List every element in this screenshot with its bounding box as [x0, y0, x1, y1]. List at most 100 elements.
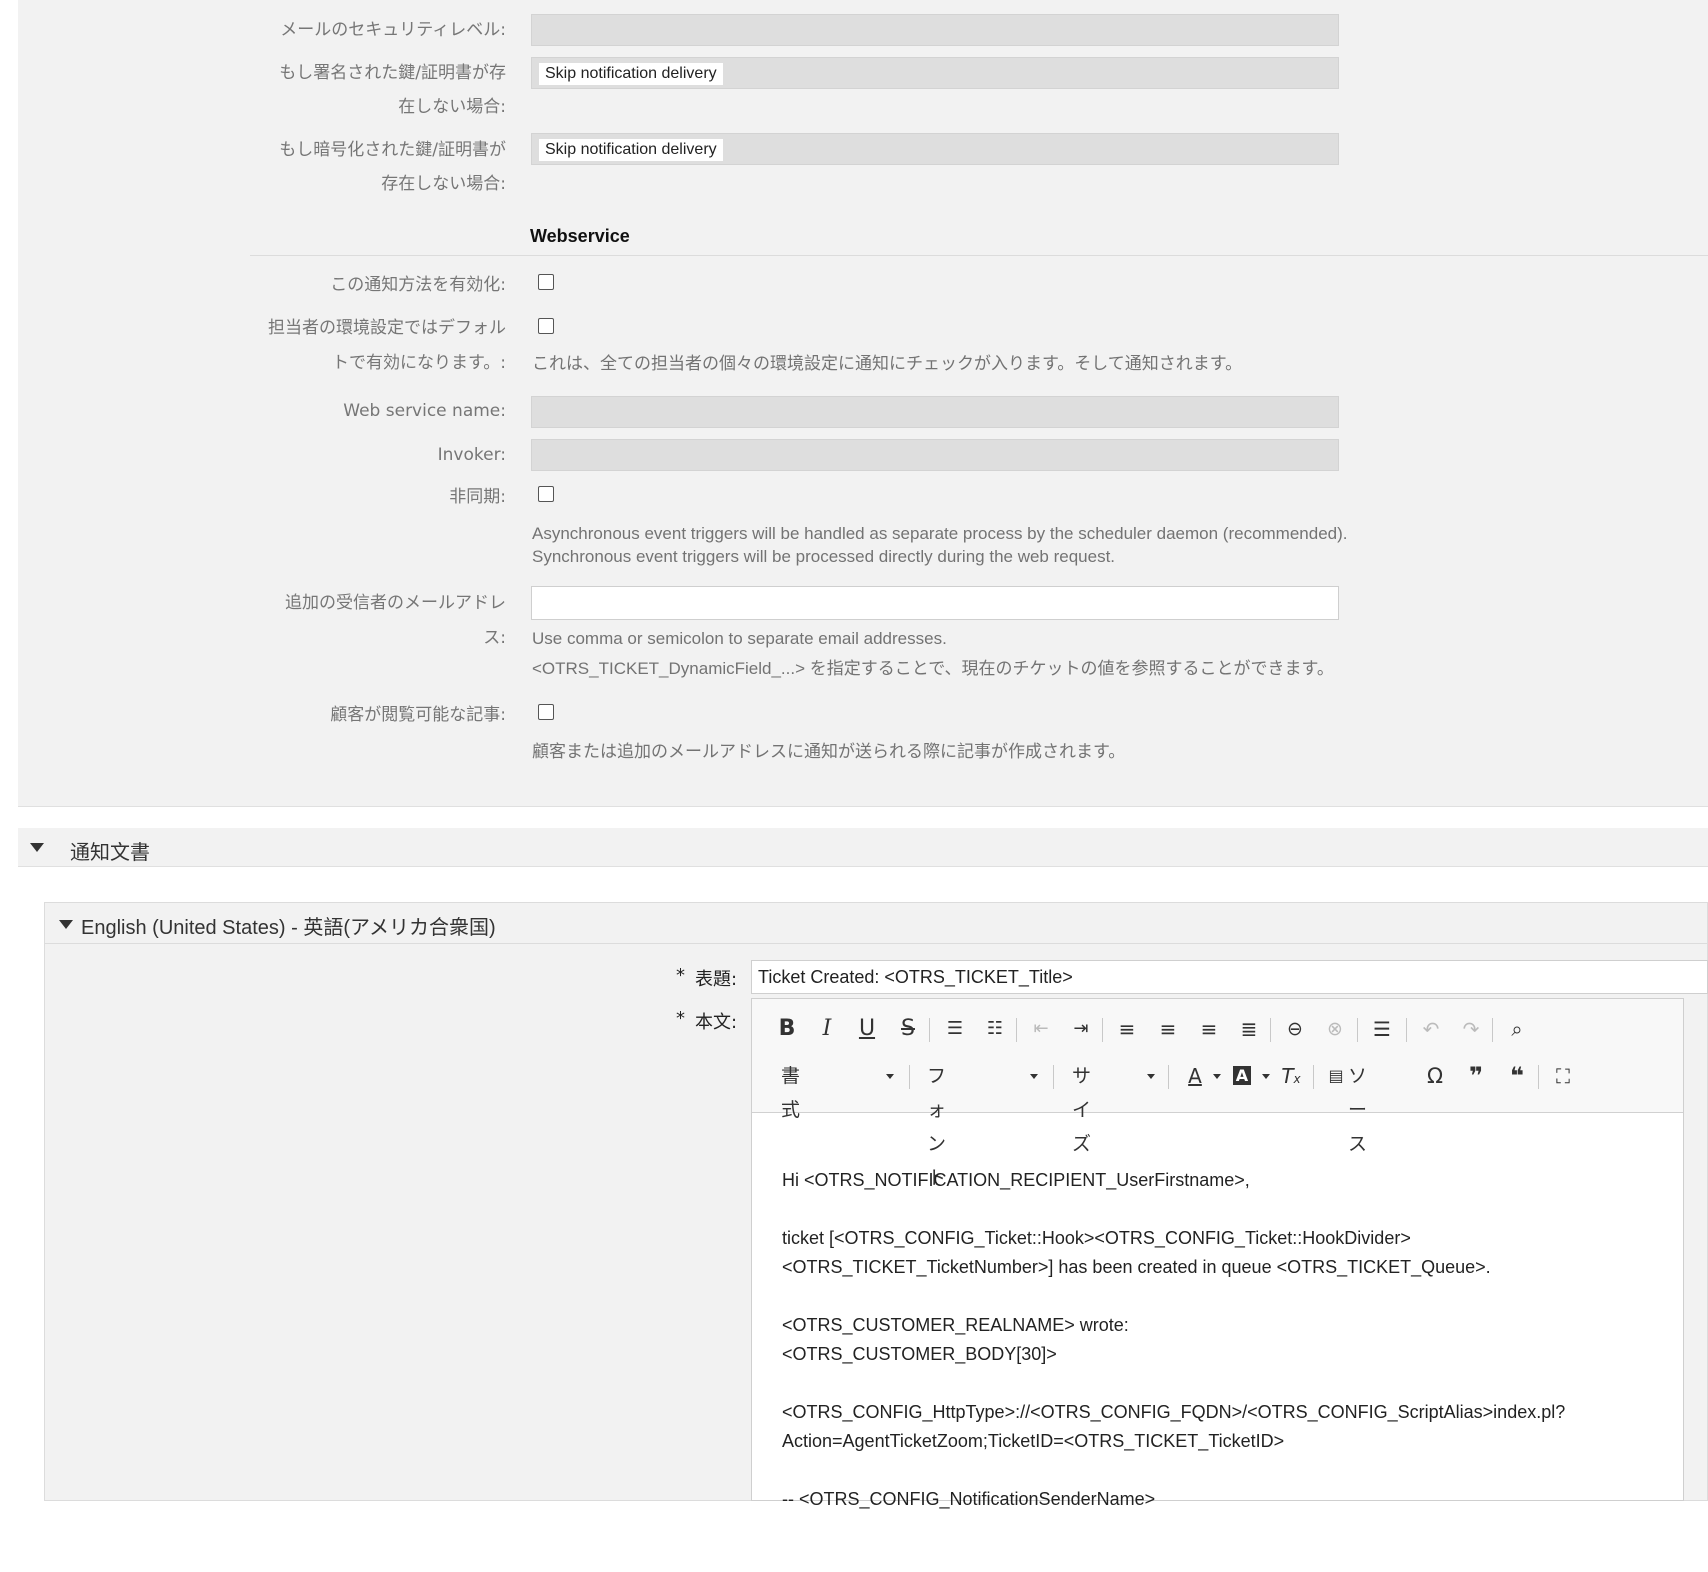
body-label: 本文: [695, 1012, 738, 1033]
size-dropdown[interactable]: サイズ [1072, 1059, 1091, 1155]
align-justify-icon[interactable]: ≣ [1234, 1012, 1264, 1046]
chevron-down-icon [886, 1074, 894, 1079]
encrypted-missing-select[interactable]: Skip notification delivery [531, 133, 1339, 165]
web-service-name-select[interactable] [531, 396, 1339, 428]
body-line: ticket [<OTRS_CONFIG_Ticket::Hook><OTRS_… [782, 1228, 1411, 1248]
body-line [782, 1282, 1565, 1311]
async-description-line2: Synchronous event triggers will be proce… [532, 547, 1116, 566]
signed-missing-select[interactable]: Skip notification delivery [531, 57, 1339, 89]
body-line: -- <OTRS_CONFIG_NotificationSenderName> [782, 1489, 1156, 1509]
search-icon[interactable]: ⌕ [1502, 1012, 1532, 1046]
maximize-icon[interactable]: ⛶ [1548, 1059, 1578, 1093]
enable-method-checkbox[interactable] [538, 274, 554, 290]
async-checkbox[interactable] [538, 486, 554, 502]
toolbar-separator [1016, 1018, 1017, 1042]
toolbar-separator [1053, 1065, 1054, 1089]
body-line: Hi <OTRS_NOTIFICATION_RECIPIENT_UserFirs… [782, 1170, 1250, 1190]
async-description-line1: Asynchronous event triggers will be hand… [532, 524, 1348, 543]
signed-missing-label-line2: 在しない場合: [398, 97, 506, 117]
default-enabled-description: これは、全ての担当者の個々の環境設定に通知にチェックが入ります。そして通知されま… [532, 354, 1243, 373]
toolbar-separator [1538, 1065, 1539, 1089]
editor-body-text[interactable]: Hi <OTRS_NOTIFICATION_RECIPIENT_UserFirs… [782, 1137, 1565, 1572]
toolbar-separator [1492, 1018, 1493, 1042]
toolbar-separator [929, 1018, 930, 1042]
toolbar-separator [1313, 1065, 1314, 1089]
subject-input[interactable]: Ticket Created: <OTRS_TICKET_Title> [751, 960, 1708, 994]
chevron-down-icon [1030, 1074, 1038, 1079]
toolbar-separator [1357, 1018, 1358, 1042]
body-line [782, 1456, 1565, 1485]
body-line [782, 1369, 1565, 1398]
default-enabled-label-line1: 担当者の環境設定ではデフォル [268, 318, 506, 338]
unlink-icon[interactable]: ⊗ [1320, 1012, 1350, 1046]
additional-recipient-help-1: Use comma or semicolon to separate email… [532, 629, 947, 648]
toolbar-separator [1102, 1018, 1103, 1042]
invoker-select[interactable] [531, 439, 1339, 471]
remove-format-icon[interactable]: Tx [1276, 1059, 1306, 1093]
special-char-icon[interactable]: Ω [1420, 1059, 1450, 1093]
bullet-list-icon[interactable]: ☷ [980, 1012, 1010, 1046]
body-line: <OTRS_CONFIG_HttpType>://<OTRS_CONFIG_FQ… [782, 1402, 1566, 1422]
additional-recipient-help-2: <OTRS_TICKET_DynamicField_...> を指定することで、… [532, 659, 1334, 678]
chevron-down-icon [1262, 1074, 1270, 1079]
security-level-select[interactable] [531, 14, 1339, 46]
customer-visible-checkbox[interactable] [538, 704, 554, 720]
body-line [782, 1195, 1565, 1224]
horizontal-rule-icon[interactable]: ☰ [1367, 1012, 1397, 1046]
encrypted-missing-selected-value: Skip notification delivery [539, 139, 723, 161]
align-center-icon[interactable]: ≡ [1153, 1012, 1183, 1046]
toolbar-separator [1406, 1018, 1407, 1042]
undo-icon[interactable]: ↶ [1416, 1012, 1446, 1046]
notification-text-toggle[interactable]: 通知文書 [18, 828, 1708, 867]
link-icon[interactable]: ⊖ [1280, 1012, 1310, 1046]
editor-toolbar: B I U S ☰ ☷ ⇤ ⇥ ≡ ≡ ≡ ≣ ⊖ ⊗ ☰ ↶ ↷ ⌕ 書式 フ… [752, 999, 1683, 1189]
body-line: <OTRS_CUSTOMER_REALNAME> wrote: [782, 1315, 1129, 1335]
encrypted-missing-label-line1: もし暗号化された鍵/証明書が [279, 140, 506, 160]
align-right-icon[interactable]: ≡ [1194, 1012, 1224, 1046]
bold-icon[interactable]: B [772, 1012, 802, 1046]
format-dropdown[interactable]: 書式 [781, 1059, 800, 1121]
outdent-icon[interactable]: ⇤ [1026, 1012, 1056, 1046]
underline-icon[interactable]: U [852, 1012, 882, 1046]
collapse-triangle-icon [30, 843, 44, 852]
strikethrough-icon[interactable]: S [893, 1012, 923, 1046]
redo-icon[interactable]: ↷ [1456, 1012, 1486, 1046]
italic-icon[interactable]: I [812, 1012, 842, 1046]
customer-visible-label: 顧客が閲覧可能な記事: [330, 705, 506, 725]
encrypted-missing-label-line2: 存在しない場合: [381, 174, 506, 194]
unquote-icon[interactable]: ❝ [1502, 1059, 1532, 1093]
numbered-list-icon[interactable]: ☰ [940, 1012, 970, 1046]
webservice-heading: Webservice [530, 226, 630, 246]
toolbar-separator [1168, 1065, 1169, 1089]
source-icon[interactable]: ▤ [1321, 1059, 1351, 1093]
rich-text-editor[interactable]: B I U S ☰ ☷ ⇤ ⇥ ≡ ≡ ≡ ≣ ⊖ ⊗ ☰ ↶ ↷ ⌕ 書式 フ… [751, 998, 1684, 1509]
toolbar-separator [1270, 1018, 1271, 1042]
chevron-down-icon [1213, 1074, 1221, 1079]
font-dropdown[interactable]: フォント [927, 1059, 946, 1189]
body-required-mark: * [676, 1008, 685, 1029]
background-color-icon[interactable]: A [1227, 1059, 1257, 1093]
text-color-icon[interactable]: A [1180, 1059, 1210, 1093]
default-enabled-checkbox[interactable] [538, 318, 554, 334]
indent-icon[interactable]: ⇥ [1066, 1012, 1096, 1046]
additional-recipient-input[interactable] [531, 586, 1339, 620]
blockquote-icon[interactable]: ❞ [1461, 1059, 1491, 1093]
align-left-icon[interactable]: ≡ [1112, 1012, 1142, 1046]
notification-text-title: 通知文書 [70, 840, 150, 864]
invoker-label: Invoker: [437, 445, 506, 465]
signed-missing-selected-value: Skip notification delivery [539, 63, 723, 85]
chevron-down-icon [1147, 1074, 1155, 1079]
additional-recipient-label-line1: 追加の受信者のメールアドレ [285, 593, 506, 613]
default-enabled-label-line2: トで有効になります。: [331, 353, 506, 373]
security-level-label: メールのセキュリティレベル: [280, 20, 506, 40]
enable-method-label: この通知方法を有効化: [330, 275, 506, 295]
subject-label: 表題: [695, 969, 738, 990]
signed-missing-label-line1: もし署名された鍵/証明書が存 [279, 63, 506, 83]
additional-recipient-label-line2: ス: [483, 628, 506, 648]
source-button[interactable]: ソース [1348, 1059, 1367, 1155]
async-label: 非同期: [449, 487, 506, 507]
toolbar-separator [909, 1065, 910, 1089]
language-panel-header[interactable]: English (United States) - 英語(アメリカ合衆国) [45, 903, 1707, 944]
subject-required-mark: * [676, 965, 685, 986]
web-service-name-label: Web service name: [343, 401, 506, 421]
